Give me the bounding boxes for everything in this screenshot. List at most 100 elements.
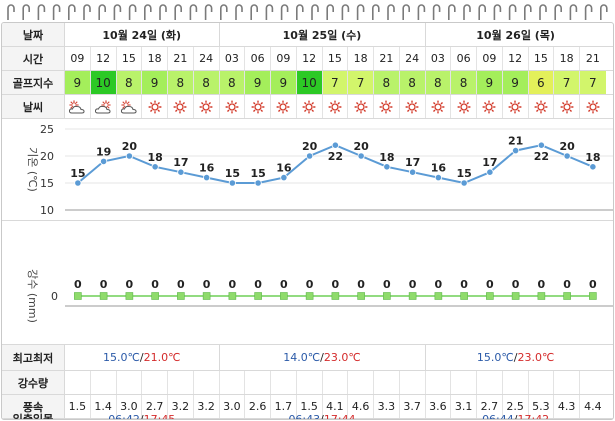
rain-point	[511, 292, 520, 300]
temperature-tick-label: 25	[40, 123, 54, 136]
binder-ring	[402, 4, 410, 20]
rain-data-label: 0	[203, 278, 211, 291]
temperature-point	[512, 146, 520, 155]
sun-icon	[431, 100, 445, 113]
rainfall-cell	[477, 371, 503, 394]
binder-ring	[68, 4, 76, 20]
weather-table: 날짜 10월 24일 (화) 10월 25일 (수) 10월 26일 (목) 시간 09 1…	[1, 22, 614, 420]
sun-cloud-icon	[120, 99, 137, 113]
weather-cell	[426, 95, 452, 118]
rainfall-cell	[323, 371, 349, 394]
time-row: 시간 09 12 15 18 21 24 03 06 09 12 15 18 21 24 03 06 09 12 15…	[2, 47, 613, 71]
temperature-point	[306, 152, 314, 160]
weather-cell	[142, 95, 168, 118]
temperature-data-label: 17	[482, 156, 497, 169]
temperature-point	[537, 141, 545, 149]
rain-point	[589, 292, 597, 300]
time-cell: 12	[91, 47, 117, 70]
temperature-point	[486, 168, 494, 176]
weather-cell	[529, 95, 555, 118]
sun-icon	[534, 100, 548, 113]
sun-icon	[225, 100, 239, 113]
temperature-point	[383, 163, 391, 171]
golf-index-cell: 6	[528, 71, 555, 94]
golf-index-row: 골프지수 9 10 8 9 8 8 8 9 9 10 7 7 8 8 8 8 9 9 6 7 7	[2, 71, 613, 95]
wind-cell: 3.0	[220, 395, 246, 418]
binder-ring	[478, 4, 486, 20]
golf-index-cell: 9	[245, 71, 271, 94]
binder-ring	[159, 4, 167, 20]
binder-ring	[463, 4, 471, 20]
temperature-data-label: 21	[508, 135, 523, 148]
wind-cell: 4.3	[554, 395, 580, 418]
rain-data-label: 0	[177, 278, 185, 291]
binder-ring	[250, 4, 258, 20]
temperature-data-label: 19	[96, 145, 111, 158]
rain-point	[151, 292, 159, 300]
cloud-sun-icon	[95, 99, 111, 113]
time-cell: 06	[245, 47, 271, 70]
rainfall-cell	[297, 371, 323, 394]
time-cell: 09	[477, 47, 503, 70]
golf-index-cell: 8	[219, 71, 246, 94]
weather-cell	[245, 95, 271, 118]
minmax-cell: 15.0℃/23.0℃	[426, 345, 606, 370]
temperature-data-label: 20	[302, 140, 318, 153]
binder-ring	[508, 4, 517, 20]
rain-data-label: 0	[538, 278, 546, 291]
min-temp: 15.0℃	[476, 351, 514, 364]
rain-data-label: 0	[460, 278, 468, 291]
temperature-point	[228, 179, 236, 187]
rain-point	[177, 292, 185, 300]
rainfall-cell	[426, 371, 452, 394]
time-cell: 15	[117, 47, 143, 70]
day-header: 10월 25일 (수)	[220, 23, 426, 46]
time-cell: 12	[297, 47, 323, 70]
rain-data-label: 0	[486, 278, 494, 291]
binder-ring	[113, 4, 122, 20]
rainfall-cell	[348, 371, 374, 394]
rain-point	[537, 292, 546, 300]
temperature-point	[434, 173, 442, 182]
minmax-cell: 15.0℃/21.0℃	[65, 345, 220, 370]
time-cell: 12	[503, 47, 529, 70]
rainfall-cell	[503, 371, 529, 394]
temperature-data-label: 15	[225, 167, 240, 180]
temperature-point	[177, 168, 185, 176]
rain-point	[408, 292, 417, 300]
golf-index-cell: 7	[580, 71, 606, 94]
time-cell: 09	[271, 47, 297, 70]
golf-index-cell: 7	[348, 71, 374, 94]
rainfall-cell	[374, 371, 400, 394]
rain-point	[434, 292, 443, 300]
golf-index-cell: 9	[271, 71, 297, 94]
rainfall-cell	[117, 371, 143, 394]
wind-cell: 3.1	[451, 395, 477, 418]
temperature-point	[357, 152, 365, 160]
golf-index-cell: 7	[554, 71, 580, 94]
binder-ring	[98, 4, 106, 20]
golf-index-cell: 8	[451, 71, 477, 94]
rainfall-cell	[194, 371, 220, 394]
time-cell: 15	[323, 47, 349, 70]
temperature-data-label: 18	[147, 151, 162, 164]
rain-point	[74, 292, 82, 300]
rain-point	[486, 292, 494, 300]
time-cell: 03	[220, 47, 246, 70]
weather-cell	[348, 95, 374, 118]
weather-cell	[503, 95, 529, 118]
golf-index-cell: 8	[374, 71, 400, 94]
binder-ring	[265, 4, 274, 20]
wind-cell: 3.2	[194, 395, 220, 418]
binder-rings	[7, 4, 608, 20]
sunset-time: 17:42	[517, 412, 550, 420]
rain-data-label: 0	[589, 278, 597, 291]
rain-data-label: 0	[332, 278, 340, 291]
rain-point	[563, 292, 571, 300]
binder-ring	[22, 4, 30, 20]
binder-ring	[204, 4, 213, 20]
rain-data-label: 0	[383, 278, 391, 291]
binder-ring	[524, 4, 532, 20]
rain-data-label: 0	[435, 278, 443, 291]
temperature-point	[280, 173, 288, 182]
